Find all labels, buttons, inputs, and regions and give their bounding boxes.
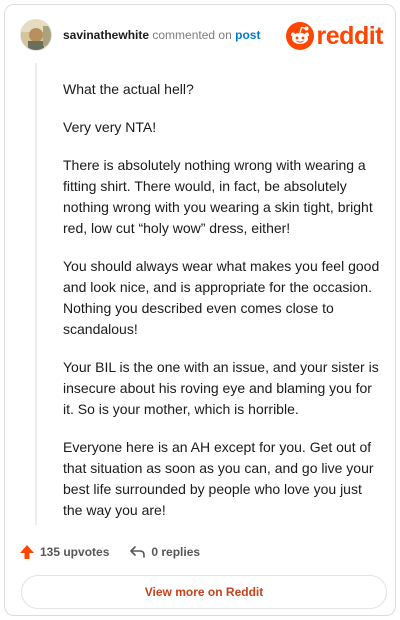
avatar[interactable] xyxy=(20,19,52,51)
comment-paragraph: You should always wear what makes you fe… xyxy=(63,258,380,337)
comment-paragraph: Very very NTA! xyxy=(63,119,157,135)
comment-actions: 135 upvotes 0 replies xyxy=(19,540,220,564)
comment-paragraph: There is absolutely nothing wrong with w… xyxy=(63,157,373,236)
username-link[interactable]: savinathewhite xyxy=(63,28,149,42)
upvote-button[interactable]: 135 upvotes xyxy=(19,544,109,560)
upvote-arrow-icon xyxy=(20,545,34,559)
comment-meta: savinathewhite commented on post xyxy=(63,28,260,42)
comment-card: savinathewhite commented on post reddit … xyxy=(4,4,396,616)
comment-paragraph: Everyone here is an AH except for you. G… xyxy=(63,439,374,518)
comment-body: What the actual hell? Very very NTA! The… xyxy=(63,79,383,538)
comment-paragraph: Your BIL is the one with an issue, and y… xyxy=(63,359,379,417)
thread-line xyxy=(35,63,37,525)
commented-on-label: commented on xyxy=(152,28,232,42)
comment-header: savinathewhite commented on post reddit xyxy=(17,17,385,57)
upvote-count: 135 upvotes xyxy=(40,545,110,559)
post-link[interactable]: post xyxy=(235,28,260,42)
reply-button[interactable]: 0 replies xyxy=(129,544,200,560)
reddit-wordmark: reddit xyxy=(316,22,384,50)
reddit-logo[interactable]: reddit xyxy=(285,21,384,51)
comment-paragraph: What the actual hell? xyxy=(63,81,194,97)
reply-count: 0 replies xyxy=(151,545,201,559)
view-more-button[interactable]: View more on Reddit xyxy=(21,575,387,609)
reply-arrow-icon xyxy=(130,546,146,558)
reddit-alien-icon xyxy=(285,22,314,50)
